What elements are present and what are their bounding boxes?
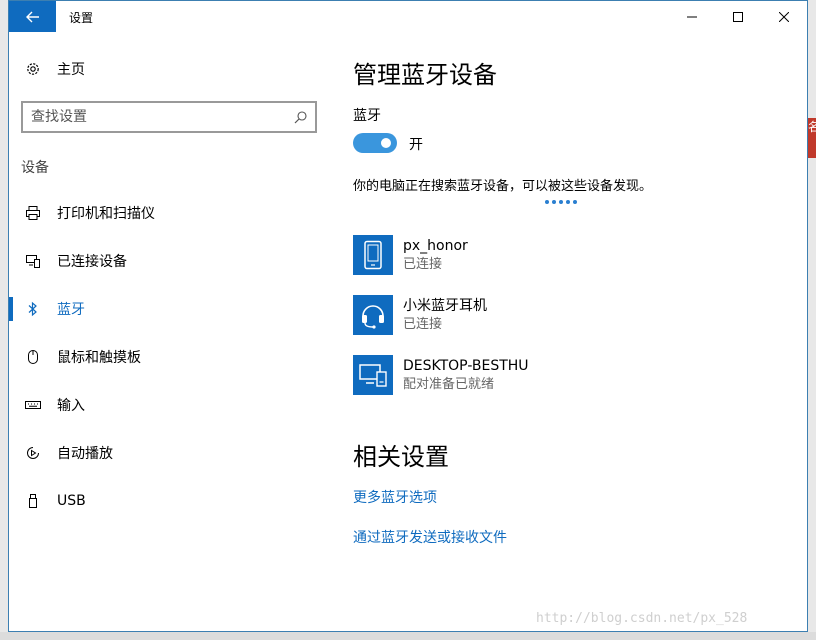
device-item[interactable]: DESKTOP-BESTHU 配对准备已就绪 (353, 355, 773, 399)
device-name: 小米蓝牙耳机 (403, 298, 487, 314)
mouse-icon (28, 350, 38, 364)
sidebar-item-bluetooth[interactable]: 蓝牙 (9, 289, 329, 329)
bluetooth-label: 蓝牙 (353, 108, 381, 124)
sidebar-item-connected-devices[interactable]: 已连接设备 (9, 241, 329, 281)
related-settings-heading: 相关设置 (353, 443, 449, 471)
page-title: 管理蓝牙设备 (353, 61, 497, 89)
sidebar-item-home[interactable]: 主页 (9, 53, 329, 85)
device-status: 已连接 (403, 317, 443, 332)
background-taskbar-strip (0, 632, 816, 640)
selection-indicator (9, 345, 13, 369)
sidebar-item-printers[interactable]: 打印机和扫描仪 (9, 193, 329, 233)
autoplay-icon (27, 447, 39, 459)
gear-icon (27, 63, 39, 75)
settings-window: 设置 主页 设备 (8, 0, 808, 632)
close-icon (779, 11, 789, 22)
computer-icon (359, 364, 387, 387)
background-red-tag: 名 (808, 118, 816, 158)
sidebar-item-label: 打印机和扫描仪 (57, 206, 155, 222)
title-bar: 设置 (9, 1, 807, 33)
device-icon-tile (353, 235, 393, 275)
device-status: 配对准备已就绪 (403, 377, 495, 392)
more-bluetooth-options-link[interactable]: 更多蓝牙选项 (353, 487, 437, 507)
sidebar-item-label: 输入 (57, 398, 85, 414)
sidebar-item-typing[interactable]: 输入 (9, 385, 329, 425)
device-icon-tile (353, 295, 393, 335)
keyboard-icon (25, 401, 41, 409)
search-input[interactable] (31, 109, 294, 125)
selection-indicator (9, 297, 13, 321)
device-icon-tile (353, 355, 393, 395)
sidebar-item-label: 自动播放 (57, 446, 113, 462)
search-icon[interactable] (294, 110, 307, 124)
searching-progress-dots (545, 200, 577, 204)
device-item[interactable]: 小米蓝牙耳机 已连接 (353, 295, 773, 339)
bluetooth-toggle[interactable] (353, 133, 397, 153)
bluetooth-icon (28, 301, 37, 317)
maximize-icon (733, 11, 743, 22)
toggle-knob (381, 138, 391, 148)
window-title: 设置 (69, 11, 94, 25)
sidebar-item-label: 鼠标和触摸板 (57, 350, 141, 366)
discovery-description: 你的电脑正在搜索蓝牙设备，可以被这些设备发现。 (353, 179, 653, 194)
selection-indicator (9, 393, 13, 417)
phone-icon (364, 240, 382, 270)
main-content: 管理蓝牙设备 蓝牙 开 你的电脑正在搜索蓝牙设备，可以被这些设备发现。 px_h… (353, 33, 793, 631)
sidebar-item-label: 蓝牙 (57, 302, 85, 318)
selection-indicator (9, 249, 13, 273)
maximize-button[interactable] (715, 1, 761, 32)
sidebar-item-label: 主页 (57, 62, 85, 78)
minimize-icon (687, 16, 697, 17)
device-status: 已连接 (403, 257, 443, 272)
sidebar-item-mouse[interactable]: 鼠标和触摸板 (9, 337, 329, 377)
selection-indicator (9, 201, 13, 225)
section-heading: 设备 (21, 160, 49, 176)
toggle-state-label: 开 (409, 137, 423, 153)
device-name: DESKTOP-BESTHU (403, 358, 529, 374)
sidebar: 主页 设备 打印机和扫描仪 (9, 33, 329, 631)
selection-indicator (9, 489, 13, 513)
selection-indicator (9, 441, 13, 465)
send-receive-files-link[interactable]: 通过蓝牙发送或接收文件 (353, 527, 507, 547)
watermark: http://blog.csdn.net/px_528 (536, 611, 748, 626)
arrow-left-icon (25, 11, 39, 22)
device-name: px_honor (403, 238, 468, 254)
printer-icon (26, 206, 40, 220)
back-button[interactable] (9, 1, 56, 32)
sidebar-item-autoplay[interactable]: 自动播放 (9, 433, 329, 473)
sidebar-item-label: 已连接设备 (57, 254, 127, 270)
sidebar-item-label: USB (57, 493, 86, 509)
device-item[interactable]: px_honor 已连接 (353, 235, 773, 279)
minimize-button[interactable] (669, 1, 715, 32)
search-box (21, 101, 317, 133)
usb-icon (29, 494, 37, 508)
headset-icon (362, 305, 384, 329)
close-button[interactable] (761, 1, 807, 32)
connected-devices-icon (26, 255, 40, 268)
sidebar-item-usb[interactable]: USB (9, 481, 329, 521)
